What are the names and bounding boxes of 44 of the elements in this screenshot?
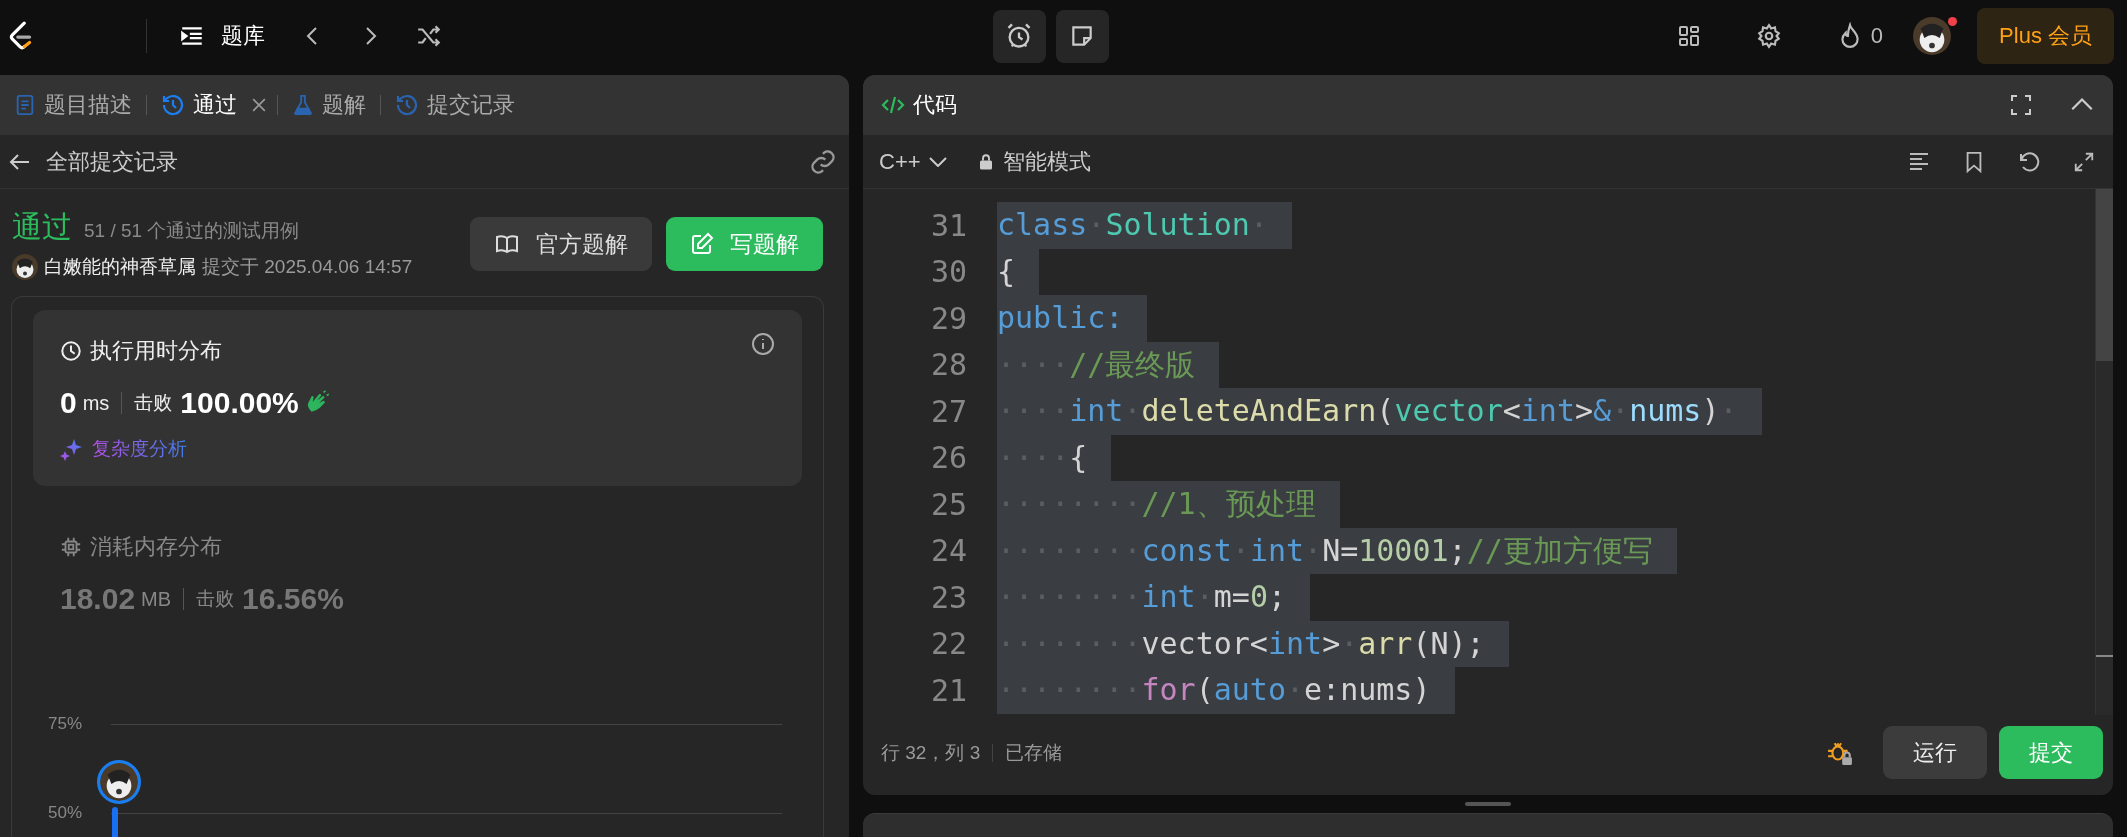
beats-label: 击败 xyxy=(196,587,235,611)
line-number: 21 xyxy=(929,672,967,708)
line-number: 22 xyxy=(929,626,967,662)
metric-value: 0 xyxy=(60,386,77,420)
back-link[interactable]: 全部提交记录 xyxy=(2,145,184,178)
metric-value: 18.02 xyxy=(60,582,136,616)
metric-title: 消耗内存分布 xyxy=(90,533,222,561)
line-number: 23 xyxy=(929,579,967,615)
line-number: 26 xyxy=(929,440,967,476)
line-number: 31 xyxy=(929,207,967,243)
language-dropdown[interactable]: C++ xyxy=(879,148,947,175)
line-number: 29 xyxy=(929,300,967,336)
official-solution-button[interactable]: 官方题解 xyxy=(470,217,652,271)
testcase-count: 51 / 51 个通过的测试用例 xyxy=(84,219,300,243)
submit-time: 提交于 2025.04.06 14:57 xyxy=(202,255,413,279)
mode-label[interactable]: 智能模式 xyxy=(1002,146,1091,177)
line-number: 25 xyxy=(929,486,967,522)
status-label: 通过 xyxy=(12,209,72,245)
beats-percent: 16.56% xyxy=(242,582,344,616)
tab[interactable]: 提交记录 xyxy=(389,90,521,120)
beats-label: 击败 xyxy=(134,391,173,415)
line-number: 30 xyxy=(929,254,967,290)
runtime-card[interactable]: 执行用时分布 0 ms 击败 100.00% 复杂度分析 xyxy=(33,310,802,486)
line-number: 27 xyxy=(929,393,967,429)
panel-title: 代码 xyxy=(913,91,957,119)
beats-percent: 100.00% xyxy=(180,386,299,420)
tab[interactable]: 题目描述 xyxy=(8,90,138,120)
line-number: 24 xyxy=(929,533,967,569)
line-number: 28 xyxy=(929,347,967,383)
axis-label: 75% xyxy=(48,714,83,734)
streak-count: 0 xyxy=(1870,23,1884,49)
run-button[interactable]: 运行 xyxy=(1883,726,1987,779)
problem-list-button[interactable]: 题库 xyxy=(179,21,265,51)
axis-label: 50% xyxy=(48,803,83,823)
plus-membership-button[interactable]: Plus 会员 xyxy=(1977,8,2114,64)
tab[interactable]: 题解 xyxy=(286,90,372,120)
username[interactable]: 白嫩能的神香草属 xyxy=(44,254,196,280)
metric-unit: MB xyxy=(141,587,172,611)
metric-unit: ms xyxy=(82,391,110,415)
memory-section[interactable]: 消耗内存分布 18.02 MB 击败 16.56% xyxy=(33,506,802,640)
tab[interactable]: 通过 xyxy=(155,90,243,120)
metric-title: 执行用时分布 xyxy=(90,337,222,365)
save-status: 已存储 xyxy=(1005,740,1063,765)
cursor-position: 行 32，列 3 xyxy=(881,740,981,765)
